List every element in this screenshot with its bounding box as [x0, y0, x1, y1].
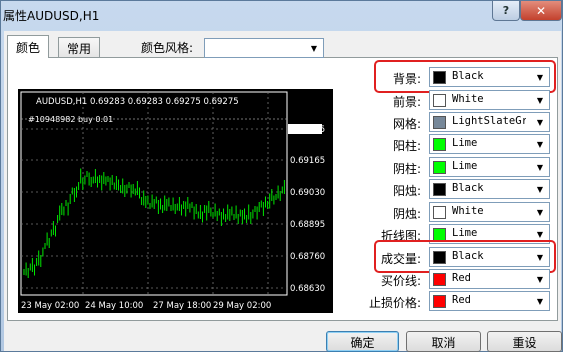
color-scheme-label: 颜色风格: — [141, 41, 194, 55]
property-label: 阴烛: — [392, 207, 421, 221]
color-swatch — [433, 116, 446, 129]
color-swatch — [433, 183, 446, 196]
window-title: 属性AUDUSD,H1 — [3, 9, 100, 23]
color-name: Lime — [452, 137, 478, 149]
color-swatch — [433, 138, 446, 151]
property-color-select[interactable]: Lime ▼ — [429, 134, 550, 154]
color-name: Red — [452, 294, 471, 306]
property-label: 买价线: — [380, 274, 421, 288]
cancel-button[interactable]: 取消 — [406, 331, 481, 352]
color-name: Lime — [452, 160, 478, 172]
property-color-select[interactable]: White ▼ — [429, 90, 550, 110]
color-name: White — [452, 93, 484, 105]
chevron-down-icon: ▼ — [536, 139, 544, 149]
ok-button[interactable]: 确定 — [326, 331, 399, 352]
chevron-down-icon: ▼ — [536, 207, 544, 217]
color-swatch — [433, 94, 446, 107]
color-name: Lime — [452, 227, 478, 239]
property-color-select[interactable]: Red ▼ — [429, 291, 550, 311]
property-color-select[interactable]: Black ▼ — [429, 179, 550, 199]
color-swatch — [433, 295, 446, 308]
price-label: 0.68630 — [290, 284, 325, 294]
chevron-down-icon: ▼ — [536, 296, 544, 306]
color-name: White — [452, 205, 484, 217]
chevron-down-icon: ▼ — [536, 229, 544, 239]
color-swatch — [433, 161, 446, 174]
chevron-down-icon: ▼ — [536, 162, 544, 172]
property-color-select[interactable]: White ▼ — [429, 202, 550, 222]
reset-button[interactable]: 重设 — [487, 331, 562, 352]
tab-common[interactable]: 常用 — [58, 37, 101, 57]
price-label: 0.68760 — [290, 252, 325, 262]
color-name: LightSlateGr — [452, 115, 526, 127]
price-label: 0.69030 — [290, 188, 325, 198]
color-swatch — [433, 206, 446, 219]
property-color-select[interactable]: Red ▼ — [429, 269, 550, 289]
time-label: 24 May 10:00 — [85, 301, 143, 311]
tab-colors[interactable]: 颜色 — [7, 35, 50, 58]
close-button[interactable]: ✕ — [520, 1, 562, 21]
close-icon: ✕ — [535, 3, 547, 18]
property-color-select[interactable]: LightSlateGr ▼ — [429, 112, 550, 132]
order-label: #10948982 buy 0.01 — [28, 115, 113, 124]
current-price-box — [288, 124, 322, 134]
chart-preview-canvas: 0.692750.691650.690300.688950.687600.686… — [20, 91, 325, 311]
color-name: Black — [452, 182, 484, 194]
property-label: 前景: — [392, 95, 421, 109]
chart-header: AUDUSD,H1 0.69283 0.69283 0.69275 0.6927… — [36, 97, 239, 107]
price-label: 0.69165 — [290, 156, 325, 166]
property-label: 网格: — [392, 117, 421, 131]
time-label: 23 May 02:00 — [21, 301, 79, 311]
chevron-down-icon: ▼ — [536, 95, 544, 105]
chevron-down-icon: ▼ — [536, 117, 544, 127]
property-label: 阴柱: — [392, 162, 421, 176]
property-color-select[interactable]: Lime ▼ — [429, 157, 550, 177]
help-icon: ? — [502, 4, 510, 17]
property-label: 止损价格: — [368, 296, 421, 310]
color-name: Red — [452, 272, 471, 284]
help-button[interactable]: ? — [492, 1, 520, 21]
title-bar[interactable]: 属性AUDUSD,H1 ? ✕ — [1, 1, 562, 29]
property-label: 阳烛: — [392, 184, 421, 198]
chevron-down-icon: ▼ — [536, 274, 544, 284]
highlight-box — [374, 60, 556, 93]
properties-dialog: 属性AUDUSD,H1 ? ✕ 颜色 常用 颜色风格: ▼ 0.692750.6… — [0, 0, 563, 352]
color-swatch — [433, 273, 446, 286]
property-label: 阳柱: — [392, 139, 421, 153]
chevron-down-icon: ▼ — [310, 43, 318, 53]
chart-preview: 0.692750.691650.690300.688950.687600.686… — [18, 89, 333, 313]
time-label: 29 May 02:00 — [213, 301, 271, 311]
price-label: 0.68895 — [290, 220, 325, 230]
color-scheme-select[interactable]: ▼ — [204, 38, 324, 58]
chevron-down-icon: ▼ — [536, 184, 544, 194]
time-label: 27 May 18:00 — [153, 301, 211, 311]
